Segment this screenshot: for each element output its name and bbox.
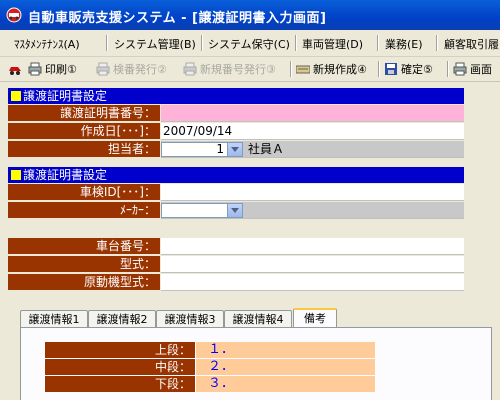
- notes-middle-label: 中段：: [45, 359, 195, 375]
- staff-code: 1: [216, 142, 224, 156]
- menu-separator: [436, 35, 438, 51]
- notes-upper-label: 上段：: [45, 342, 195, 358]
- tab-transfer-info-2[interactable]: 譲渡情報2: [88, 310, 156, 327]
- chassis-label: 車台番号：: [8, 238, 160, 255]
- menu-customer-history[interactable]: 顧客取引履: [444, 36, 499, 52]
- maker-label: ﾒｰｶｰ：: [8, 202, 160, 219]
- maker-row: ﾒｰｶｰ：: [8, 202, 464, 220]
- notes-middle-row: 中段： ２．: [45, 359, 375, 376]
- printer-icon: [183, 62, 197, 76]
- menu-separator: [106, 35, 108, 51]
- title-bar: 自動車販売支援システム - [譲渡証明書入力画面]: [0, 0, 500, 30]
- engine-label: 原動機型式：: [8, 274, 160, 291]
- notes-upper-input[interactable]: １．: [196, 342, 375, 358]
- confirm-button[interactable]: 確定⑤: [384, 61, 433, 77]
- cert-number-row: 譲渡証明書番号：: [8, 105, 464, 123]
- maker-select[interactable]: [161, 203, 243, 218]
- new-number-issue-label: 新規番号発行③: [200, 63, 276, 76]
- menu-vehicle-management[interactable]: 車両管理(D): [302, 36, 363, 52]
- yellow-square-icon: [11, 170, 21, 180]
- cert-number-label: 譲渡証明書番号：: [8, 105, 160, 122]
- vehicle-id-row: 車検ID[･･･]：: [8, 184, 464, 202]
- toolbar-separator: [447, 61, 449, 77]
- cert-number-input[interactable]: [161, 105, 464, 122]
- toolbar: 印刷① 検番発行② 新規番号発行③ 新規作成④ 確定⑤ 画面: [0, 57, 500, 82]
- notes-lower-row: 下段： ３．: [45, 376, 375, 393]
- menu-bar: ﾏｽﾀﾒﾝﾃﾅﾝｽ(A) システム管理(B) システム保守(C) 車両管理(D)…: [0, 30, 500, 57]
- tab-transfer-info-1[interactable]: 譲渡情報1: [20, 310, 88, 327]
- new-create-button[interactable]: 新規作成④: [295, 61, 367, 77]
- model-input[interactable]: [161, 256, 464, 273]
- print-button[interactable]: 印刷①: [28, 61, 77, 77]
- print-label: 印刷①: [45, 63, 77, 76]
- menu-separator: [201, 35, 203, 51]
- model-label: 型式：: [8, 256, 160, 273]
- new-number-issue-button[interactable]: 新規番号発行③: [183, 61, 276, 77]
- inspection-issue-label: 検番発行②: [113, 63, 167, 76]
- printer-icon: [453, 62, 467, 76]
- yellow-square-icon: [11, 91, 21, 101]
- tab-transfer-info-3[interactable]: 譲渡情報3: [156, 310, 224, 327]
- vehicle-id-label: 車検ID[･･･]：: [8, 184, 160, 201]
- keyboard-icon: [295, 62, 311, 76]
- section-header-text: 譲渡証明書設定: [23, 168, 108, 182]
- main-content: 譲渡証明書設定 譲渡証明書番号： 作成日[･･･]： 2007/09/14 担当…: [0, 82, 500, 400]
- screen-label: 画面: [470, 63, 492, 76]
- engine-input[interactable]: [161, 274, 464, 291]
- section-header-vehicle: 譲渡証明書設定: [8, 167, 464, 183]
- created-date-input[interactable]: 2007/09/14: [161, 123, 464, 140]
- menu-system-admin[interactable]: システム管理(B): [114, 36, 196, 52]
- menu-separator: [377, 35, 379, 51]
- staff-select[interactable]: 1: [161, 142, 243, 157]
- new-create-label: 新規作成④: [313, 63, 367, 76]
- printer-icon: [96, 62, 110, 76]
- save-icon: [384, 62, 398, 76]
- inspection-issue-button[interactable]: 検番発行②: [96, 61, 167, 77]
- printer-icon: [28, 62, 42, 76]
- chassis-row: 車台番号：: [8, 238, 464, 256]
- window-title: 自動車販売支援システム - [譲渡証明書入力画面]: [28, 11, 327, 26]
- tab-notes[interactable]: 備考: [293, 308, 337, 328]
- screen-button[interactable]: 画面: [453, 61, 492, 77]
- model-row: 型式：: [8, 256, 464, 274]
- created-date-row: 作成日[･･･]： 2007/09/14: [8, 123, 464, 141]
- staff-name: 社員Ａ: [248, 142, 285, 156]
- section-header-text: 譲渡証明書設定: [23, 89, 108, 103]
- confirm-label: 確定⑤: [401, 63, 433, 76]
- chevron-down-icon[interactable]: [227, 204, 242, 217]
- menu-master-maintenance[interactable]: ﾏｽﾀﾒﾝﾃﾅﾝｽ(A): [14, 36, 80, 52]
- notes-middle-input[interactable]: ２．: [196, 359, 375, 375]
- section-header-certificate: 譲渡証明書設定: [8, 88, 464, 104]
- notes-upper-row: 上段： １．: [45, 342, 375, 359]
- tab-transfer-info-4[interactable]: 譲渡情報4: [224, 310, 292, 327]
- notes-lower-input[interactable]: ３．: [196, 376, 375, 392]
- vehicle-id-input[interactable]: [161, 184, 464, 201]
- staff-row: 担当者： 1 社員Ａ: [8, 141, 464, 159]
- notes-lower-label: 下段：: [45, 376, 195, 392]
- menu-separator: [295, 35, 297, 51]
- toolbar-separator: [378, 61, 380, 77]
- menu-business[interactable]: 業務(E): [385, 36, 423, 52]
- toolbar-separator: [290, 61, 292, 77]
- created-date-label: 作成日[･･･]：: [8, 123, 160, 140]
- staff-label: 担当者：: [8, 141, 160, 158]
- engine-row: 原動機型式：: [8, 274, 464, 292]
- chassis-input[interactable]: [161, 238, 464, 255]
- app-car-icon: [6, 7, 22, 23]
- menu-system-maintenance[interactable]: システム保守(C): [208, 36, 290, 52]
- car-icon[interactable]: [8, 62, 22, 76]
- chevron-down-icon[interactable]: [227, 143, 242, 156]
